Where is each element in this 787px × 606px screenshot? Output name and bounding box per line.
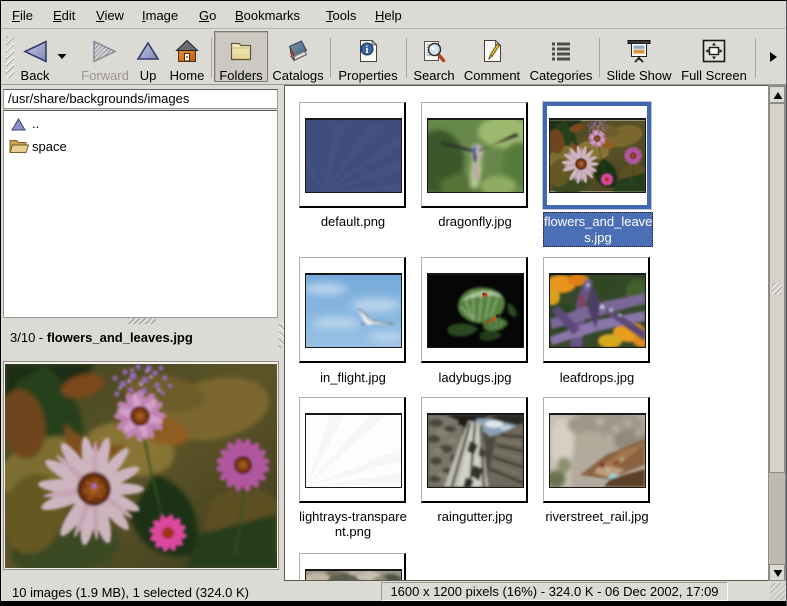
svg-text:i: i — [366, 45, 369, 56]
